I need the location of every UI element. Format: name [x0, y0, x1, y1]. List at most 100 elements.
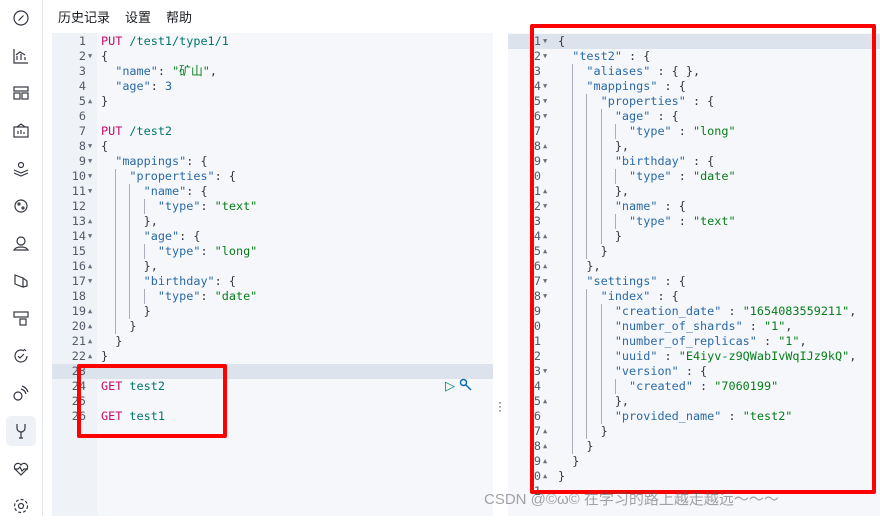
sidebar-item-dev-tools[interactable]	[6, 415, 36, 446]
token-url: /test1/type1/1	[129, 34, 229, 48]
fold-close-icon[interactable]: ▲	[88, 94, 92, 109]
sidebar-item-apm[interactable]	[6, 228, 36, 258]
sidebar-item-canvas[interactable]	[6, 116, 36, 146]
fold-close-icon[interactable]: ▲	[543, 469, 547, 484]
indent-guide	[143, 289, 158, 304]
token-p: :	[671, 124, 693, 138]
line-number: 19	[71, 304, 86, 318]
menu-settings[interactable]: 设置	[125, 7, 151, 26]
code-text: "type" : "long"	[558, 124, 736, 139]
fold-close-icon[interactable]: ▲	[88, 319, 92, 334]
fold-open-icon[interactable]: ▼	[543, 79, 547, 94]
indent-guide	[586, 364, 600, 379]
sidebar-item-uptime[interactable]	[6, 341, 36, 371]
fold-close-icon[interactable]: ▲	[88, 334, 92, 349]
fold-close-icon[interactable]: ▲	[543, 394, 547, 409]
sidebar-item-gear[interactable]	[6, 491, 36, 521]
token-key: "type"	[629, 214, 672, 228]
token-key: "index"	[600, 289, 651, 303]
fold-close-icon[interactable]: ▲	[88, 214, 92, 229]
sidebar-item-siem[interactable]	[6, 378, 36, 408]
fold-close-icon[interactable]: ▲	[543, 259, 547, 274]
indent-guide	[129, 184, 143, 199]
sidebar-item-compass[interactable]	[6, 3, 36, 33]
fold-close-icon[interactable]: ▲	[543, 244, 547, 259]
fold-close-icon[interactable]: ▲	[543, 424, 547, 439]
indent-guide	[600, 109, 615, 124]
fold-close-icon[interactable]: ▲	[543, 454, 547, 469]
request-editor[interactable]: 1 PUT /test1/type1/1 2 ▼{3 "name": "矿山", 4 "…	[52, 33, 493, 516]
token-key: "type"	[629, 169, 672, 183]
run-request-button[interactable]: ▷	[445, 378, 455, 395]
indent-guide	[572, 154, 586, 169]
fold-open-icon[interactable]: ▼	[88, 139, 92, 154]
fold-open-icon[interactable]: ▼	[88, 154, 92, 169]
fold-open-icon[interactable]: ▼	[543, 154, 547, 169]
sidebar-item-dashboard[interactable]	[6, 78, 36, 108]
menu-history[interactable]: 历史记录	[58, 7, 110, 26]
fold-open-icon[interactable]: ▼	[88, 169, 92, 184]
sidebar-item-infra[interactable]	[6, 303, 36, 333]
wrench-icon[interactable]	[459, 378, 473, 395]
token-p: },	[586, 259, 601, 273]
fold-open-icon[interactable]: ▼	[543, 364, 547, 379]
sidebar-item-monitoring[interactable]	[6, 453, 36, 483]
fold-open-icon[interactable]: ▼	[543, 34, 547, 49]
fold-close-icon[interactable]: ▲	[543, 184, 547, 199]
line-number: 19	[532, 304, 541, 318]
code-line: 23	[52, 364, 493, 379]
menu-help[interactable]: 帮助	[166, 7, 192, 26]
code-text: {	[101, 49, 108, 64]
sidebar-item-maps[interactable]	[6, 153, 36, 183]
indent-guide	[129, 214, 143, 229]
code-text: }	[558, 439, 594, 454]
indent-guide	[572, 364, 586, 379]
token-p: :	[200, 244, 215, 258]
fold-close-icon[interactable]: ▲	[543, 439, 547, 454]
line-number: 9	[533, 154, 541, 168]
token-key: "settings"	[586, 274, 658, 288]
token-key: "test2"	[572, 49, 622, 63]
fold-open-icon[interactable]: ▼	[88, 184, 92, 199]
code-line: 15▲ }	[508, 244, 880, 259]
resize-handle[interactable]: · · ·	[497, 396, 503, 416]
fold-close-icon[interactable]: ▲	[88, 349, 92, 364]
indent-guide	[115, 229, 129, 244]
fold-close-icon[interactable]: ▲	[543, 229, 547, 244]
fold-open-icon[interactable]: ▼	[543, 289, 547, 304]
code-text: }	[101, 304, 151, 319]
indent-guide	[600, 229, 615, 244]
menu-bar: 历史记录 设置 帮助	[44, 0, 880, 32]
sidebar-item-chart[interactable]	[6, 41, 36, 71]
sidebar-item-logs[interactable]	[6, 266, 36, 296]
code-line: 8 ▲ },	[508, 139, 880, 154]
code-text: }	[558, 424, 608, 439]
code-line: 16▲ },	[508, 259, 880, 274]
token-key: "mappings"	[586, 79, 658, 93]
sidebar-item-ml[interactable]	[6, 191, 36, 221]
fold-open-icon[interactable]: ▼	[543, 274, 547, 289]
fold-open-icon[interactable]: ▼	[543, 199, 547, 214]
code-line: 16▲ },	[52, 259, 493, 274]
fold-open-icon[interactable]: ▼	[88, 229, 92, 244]
indent-guide	[586, 349, 600, 364]
indent-guide	[572, 409, 586, 424]
line-number: 26	[71, 409, 86, 423]
code-text: "birthday" : {	[558, 154, 714, 169]
fold-open-icon[interactable]: ▼	[543, 94, 547, 109]
fold-open-icon[interactable]: ▼	[543, 109, 547, 124]
fold-close-icon[interactable]: ▲	[88, 304, 92, 319]
token-p: :	[657, 349, 679, 363]
code-text: "name": "矿山",	[101, 64, 217, 79]
siem-icon	[13, 385, 29, 401]
code-line: 19 "creation_date" : "1654083559211",	[508, 304, 880, 319]
fold-close-icon[interactable]: ▲	[88, 259, 92, 274]
fold-open-icon[interactable]: ▼	[543, 49, 547, 64]
indent-guide	[572, 439, 586, 454]
fold-open-icon[interactable]: ▼	[88, 274, 92, 289]
fold-open-icon[interactable]: ▼	[88, 49, 92, 64]
indent-guide	[572, 274, 586, 289]
token-key: "number_of_replicas"	[614, 334, 757, 348]
fold-close-icon[interactable]: ▲	[543, 139, 547, 154]
indent-guide	[586, 244, 600, 259]
